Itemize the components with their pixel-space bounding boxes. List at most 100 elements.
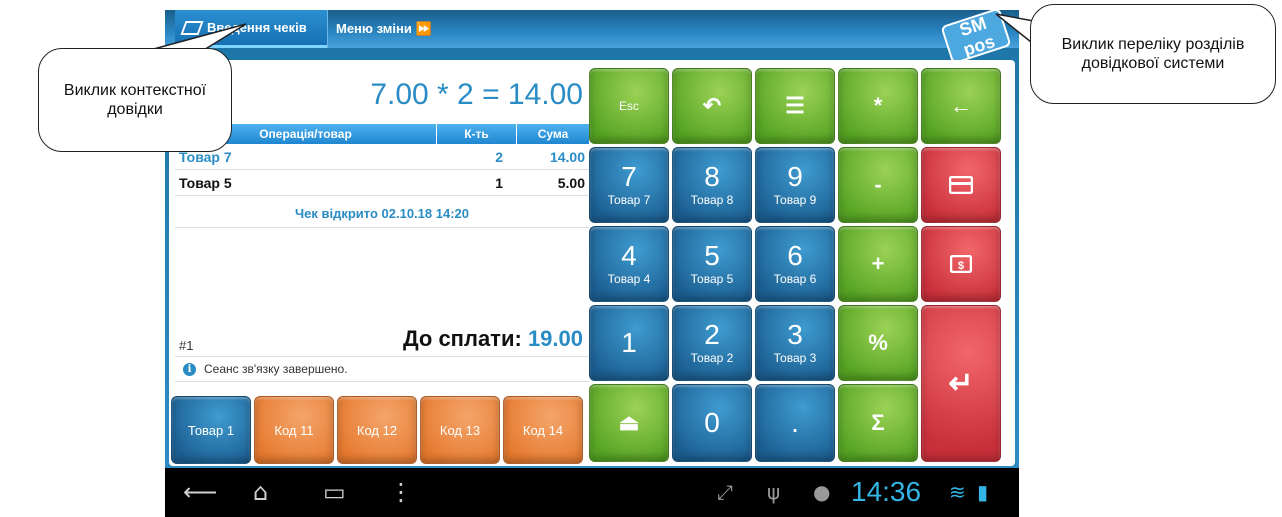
tab-receipt-entry-label: Введення чеків [207,20,307,35]
digit-7-button[interactable]: 7 Товар 7 [589,147,669,223]
quick-button-item-1[interactable]: Товар 1 [171,396,251,464]
column-qty: К-ть [437,124,517,144]
digit-preset: Товар 5 [690,272,734,286]
digit-label: 5 [704,240,720,271]
status-text: Сеанс зв'язку завершено. [204,362,348,376]
backspace-icon: ← [950,93,972,118]
minus-button[interactable]: - [838,147,918,223]
row-sum: 5.00 [557,174,585,191]
card-payment-button[interactable] [921,147,1001,223]
digit-label: 7 [621,161,637,192]
main-panel: 7.00 * 2 = 14.00 Операція/товар К-ть Сум… [169,60,1015,466]
total-value: 19.00 [527,326,583,351]
digit-label: 9 [787,161,803,192]
undo-icon: ↶ [702,93,722,118]
wifi-icon: ≋ [949,480,966,504]
digit-label: 4 [621,240,637,271]
digit-0-button[interactable]: 0 [672,384,752,462]
digit-preset: Товар 3 [773,351,817,365]
digit-preset: Товар 7 [607,193,651,207]
receipt-number: #1 [179,338,194,353]
smpos-logo-help-button[interactable]: SM pos [940,10,1012,65]
tab-shift-menu[interactable]: Меню зміни ⏩ [327,10,440,48]
percent-button[interactable]: % [838,305,918,381]
status-line: i Сеанс зв'язку завершено. [175,356,589,382]
tab-shift-menu-label: Меню зміни ⏩ [336,21,432,36]
calc-display: 7.00 * 2 = 14.00 [370,78,583,111]
quick-button-code-12[interactable]: Код 12 [337,396,417,464]
row-qty: 1 [495,174,503,191]
digit-label: . [791,407,799,438]
digit-preset: Товар 2 [690,351,734,365]
digit-9-button[interactable]: 9 Товар 9 [755,147,835,223]
back-icon[interactable]: ⟵ [183,478,217,506]
fullscreen-icon[interactable]: ⤢ [717,480,733,504]
digit-6-button[interactable]: 6 Товар 6 [755,226,835,302]
digit-preset: Товар 4 [607,272,651,286]
row-sum: 14.00 [549,148,585,165]
quick-button-code-13[interactable]: Код 13 [420,396,500,464]
total-label: До сплати: [402,326,522,351]
recent-apps-icon[interactable]: ▭ [323,478,346,506]
quick-button-code-11[interactable]: Код 11 [254,396,334,464]
cash-icon: $ [950,255,972,273]
device-screen: Введення чеків Меню зміни ⏩ SM pos 7.00 … [165,10,1019,517]
app-window: Введення чеків Меню зміни ⏩ SM pos 7.00 … [165,10,1019,468]
esc-button[interactable]: Esc [589,68,669,144]
digit-4-button[interactable]: 4 Товар 4 [589,226,669,302]
digit-label: 3 [787,319,803,350]
android-nav-bar: ⟵ ⌂ ▭ ⋮ ⤢ ψ ● 14:36 ≋ ▮ [165,468,1019,517]
digit-2-button[interactable]: 2 Товар 2 [672,305,752,381]
row-item-name: Товар 5 [179,174,232,191]
quick-button-code-14[interactable]: Код 14 [503,396,583,464]
check-opened-line: Чек відкрито 02.10.18 14:20 [175,202,589,228]
digit-8-button[interactable]: 8 Товар 8 [672,147,752,223]
eject-icon: ⏏ [618,410,640,435]
plus-button[interactable]: + [838,226,918,302]
row-qty: 2 [495,148,503,165]
digit-label: 8 [704,161,720,192]
receipt-icon [180,20,204,35]
backspace-button[interactable]: ← [921,68,1001,144]
battery-icon: ▮ [977,480,989,504]
info-icon: i [183,362,196,376]
cash-payment-button[interactable]: $ [921,226,1001,302]
svg-text:$: $ [958,260,964,272]
digit-label: 2 [704,319,720,350]
list-icon: ☰ [785,93,805,118]
multiply-button[interactable]: * [838,68,918,144]
tab-receipt-entry[interactable]: Введення чеків [175,10,327,48]
card-icon [949,176,973,194]
clock: 14:36 [851,476,922,507]
digit-5-button[interactable]: 5 Товар 5 [672,226,752,302]
digit-label: 1 [621,327,637,358]
enter-button[interactable]: ↵ [921,305,1001,462]
page: Введення чеків Меню зміни ⏩ SM pos 7.00 … [0,0,1282,517]
table-row[interactable]: Товар 5 1 5.00 [175,170,589,196]
column-sum: Сума [537,127,569,141]
receipt-area: 7.00 * 2 = 14.00 Операція/товар К-ть Сум… [175,64,589,388]
digit-3-button[interactable]: 3 Товар 3 [755,305,835,381]
digit-preset: Товар 9 [773,193,817,207]
callout-context-help: Виклик контекстної довідки [38,48,232,152]
receipt-table-header: Операція/товар К-ть Сума [175,124,589,144]
enter-icon: ↵ [948,367,974,400]
table-row[interactable]: Товар 7 2 14.00 [175,144,589,170]
sum-button[interactable]: Σ [838,384,918,462]
list-button[interactable]: ☰ [755,68,835,144]
callout-help-sections: Виклик переліку розділів довідкової сист… [1030,4,1276,104]
digit-preset: Товар 6 [773,272,817,286]
digit-label: 6 [787,240,803,271]
digit-label: 0 [704,407,720,438]
top-bar: Введення чеків Меню зміни ⏩ SM pos [165,10,1019,65]
total-to-pay: До сплати: 19.00 [403,326,583,352]
usb-icon: ψ [767,480,781,504]
shift-button[interactable]: ⏏ [589,384,669,462]
undo-button[interactable]: ↶ [672,68,752,144]
digit-1-button[interactable]: 1 [589,305,669,381]
digit-preset: Товар 8 [690,193,734,207]
decimal-point-button[interactable]: . [755,384,835,462]
android-icon: ● [813,480,831,504]
home-icon[interactable]: ⌂ [253,478,268,506]
menu-dots-icon[interactable]: ⋮ [389,478,413,506]
